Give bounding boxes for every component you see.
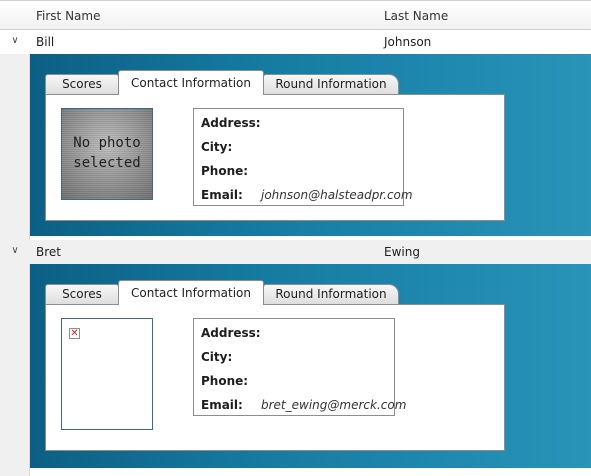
email-label: Email: xyxy=(201,188,243,202)
last-name-cell: Johnson xyxy=(384,35,432,49)
column-header-first-name[interactable]: First Name xyxy=(36,9,100,23)
row-details-panel: Scores Contact Information Round Informa… xyxy=(30,264,591,468)
contact-details-box: Address: City: Phone: Email: johnson@hal… xyxy=(193,108,413,206)
contact-information-panel: ✕ Address: City: Phone: Email: bret_ewin… xyxy=(45,304,505,451)
last-name-cell: Ewing xyxy=(384,245,420,259)
tab-round-information[interactable]: Round Information xyxy=(263,284,399,304)
column-header-last-name[interactable]: Last Name xyxy=(384,9,448,23)
broken-image-icon: ✕ xyxy=(69,328,80,339)
city-label: City: xyxy=(201,140,233,154)
phone-label: Phone: xyxy=(201,164,249,178)
chevron-down-icon[interactable]: ∨ xyxy=(8,243,22,257)
tab-contact-information[interactable]: Contact Information xyxy=(118,70,264,95)
contact-information-panel: No photo selected Address: City: Phone: … xyxy=(45,94,505,221)
detail-tab-strip: Scores Contact Information Round Informa… xyxy=(45,280,445,305)
grid-row[interactable]: ∨ Bill Johnson xyxy=(0,30,591,54)
address-label: Address: xyxy=(201,116,261,130)
email-label: Email: xyxy=(201,398,243,412)
row-details-panel: Scores Contact Information Round Informa… xyxy=(30,54,591,236)
contact-details-box: Address: City: Phone: Email: bret_ewing@… xyxy=(193,318,406,416)
grid-row[interactable]: ∨ Bret Ewing xyxy=(0,240,591,264)
email-value[interactable]: bret_ewing@merck.com xyxy=(261,398,406,412)
tab-contact-information[interactable]: Contact Information xyxy=(118,280,264,305)
detail-tab-strip: Scores Contact Information Round Informa… xyxy=(45,70,445,95)
photo-frame: ✕ xyxy=(61,318,153,430)
photo-placeholder: No photo selected xyxy=(61,108,153,200)
tab-scores[interactable]: Scores xyxy=(45,74,119,94)
first-name-cell: Bret xyxy=(36,245,61,259)
city-label: City: xyxy=(201,350,233,364)
row-header-gutter xyxy=(0,0,30,476)
chevron-down-icon[interactable]: ∨ xyxy=(8,33,22,47)
no-photo-text: No photo selected xyxy=(73,135,141,171)
tab-scores[interactable]: Scores xyxy=(45,284,119,304)
grid-column-header: First Name Last Name xyxy=(0,0,591,30)
phone-label: Phone: xyxy=(201,374,249,388)
email-value[interactable]: johnson@halsteadpr.com xyxy=(261,188,413,202)
tab-round-information[interactable]: Round Information xyxy=(263,74,399,94)
address-label: Address: xyxy=(201,326,261,340)
first-name-cell: Bill xyxy=(36,35,55,49)
